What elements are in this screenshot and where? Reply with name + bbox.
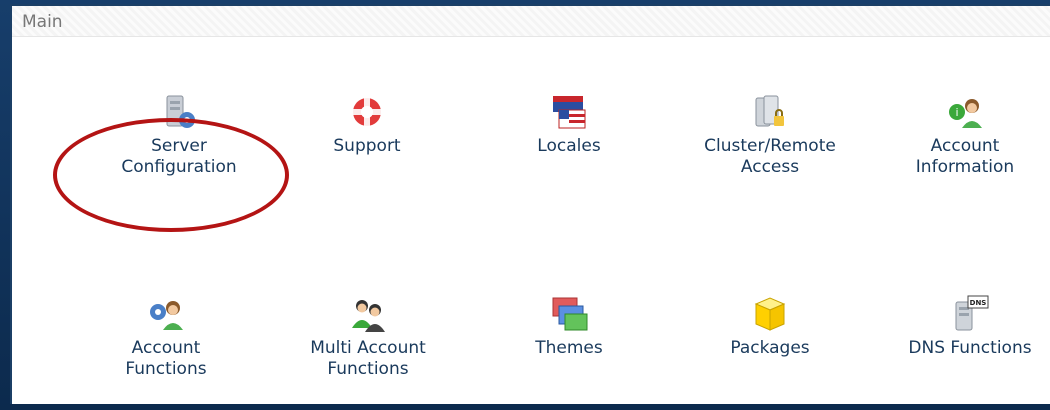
account-information-item[interactable]: i Account Information — [880, 92, 1050, 178]
themes-item[interactable]: Themes — [484, 294, 654, 359]
item-label-line2: Functions — [327, 359, 409, 379]
item-label-line2: Information — [915, 157, 1015, 177]
item-label-line1: Account — [131, 338, 201, 358]
multi-user-icon — [352, 300, 385, 332]
windows-icon — [552, 297, 588, 331]
server-lock-icon — [755, 95, 784, 127]
multi-account-functions-item[interactable]: Multi Account Functions — [283, 294, 453, 380]
server-configuration-item[interactable]: Server Configuration — [94, 92, 264, 178]
item-label-line2: Configuration — [121, 157, 237, 177]
item-label-line1: DNS Functions — [908, 338, 1032, 358]
flags-icon — [553, 96, 586, 129]
lifebuoy-icon — [353, 98, 381, 126]
account-functions-item[interactable]: Account Functions — [81, 294, 251, 380]
user-info-icon: i — [949, 99, 982, 128]
item-label-line1: Locales — [537, 136, 601, 156]
item-label-line2: Access — [740, 157, 800, 177]
dns-server-icon: DNS — [955, 295, 989, 331]
support-item[interactable]: Support — [282, 92, 452, 157]
user-gear-icon — [150, 301, 183, 330]
svg-text:i: i — [955, 106, 958, 119]
dns-functions-item[interactable]: DNS DNS Functions — [885, 294, 1050, 359]
panel-title: Main — [22, 12, 63, 32]
package-box-icon — [754, 297, 786, 331]
main-panel: Main Server Configuration Support Locale… — [10, 4, 1050, 404]
window-frame: Main Server Configuration Support Locale… — [0, 0, 1050, 410]
item-label-line1: Cluster/Remote — [704, 136, 836, 156]
item-label-line1: Packages — [730, 338, 810, 358]
item-label-line1: Server — [151, 136, 207, 156]
item-label-line1: Support — [333, 136, 401, 156]
item-label-line2: Functions — [125, 359, 207, 379]
locales-item[interactable]: Locales — [484, 92, 654, 157]
server-gear-icon — [166, 95, 195, 128]
item-label-line1: Multi Account — [310, 338, 426, 358]
item-label-line1: Themes — [535, 338, 603, 358]
cluster-remote-access-item[interactable]: Cluster/Remote Access — [685, 92, 855, 178]
panel-header: Main — [12, 6, 1050, 37]
item-label-line1: Account — [930, 136, 1000, 156]
packages-item[interactable]: Packages — [685, 294, 855, 359]
svg-text:DNS: DNS — [970, 299, 987, 307]
